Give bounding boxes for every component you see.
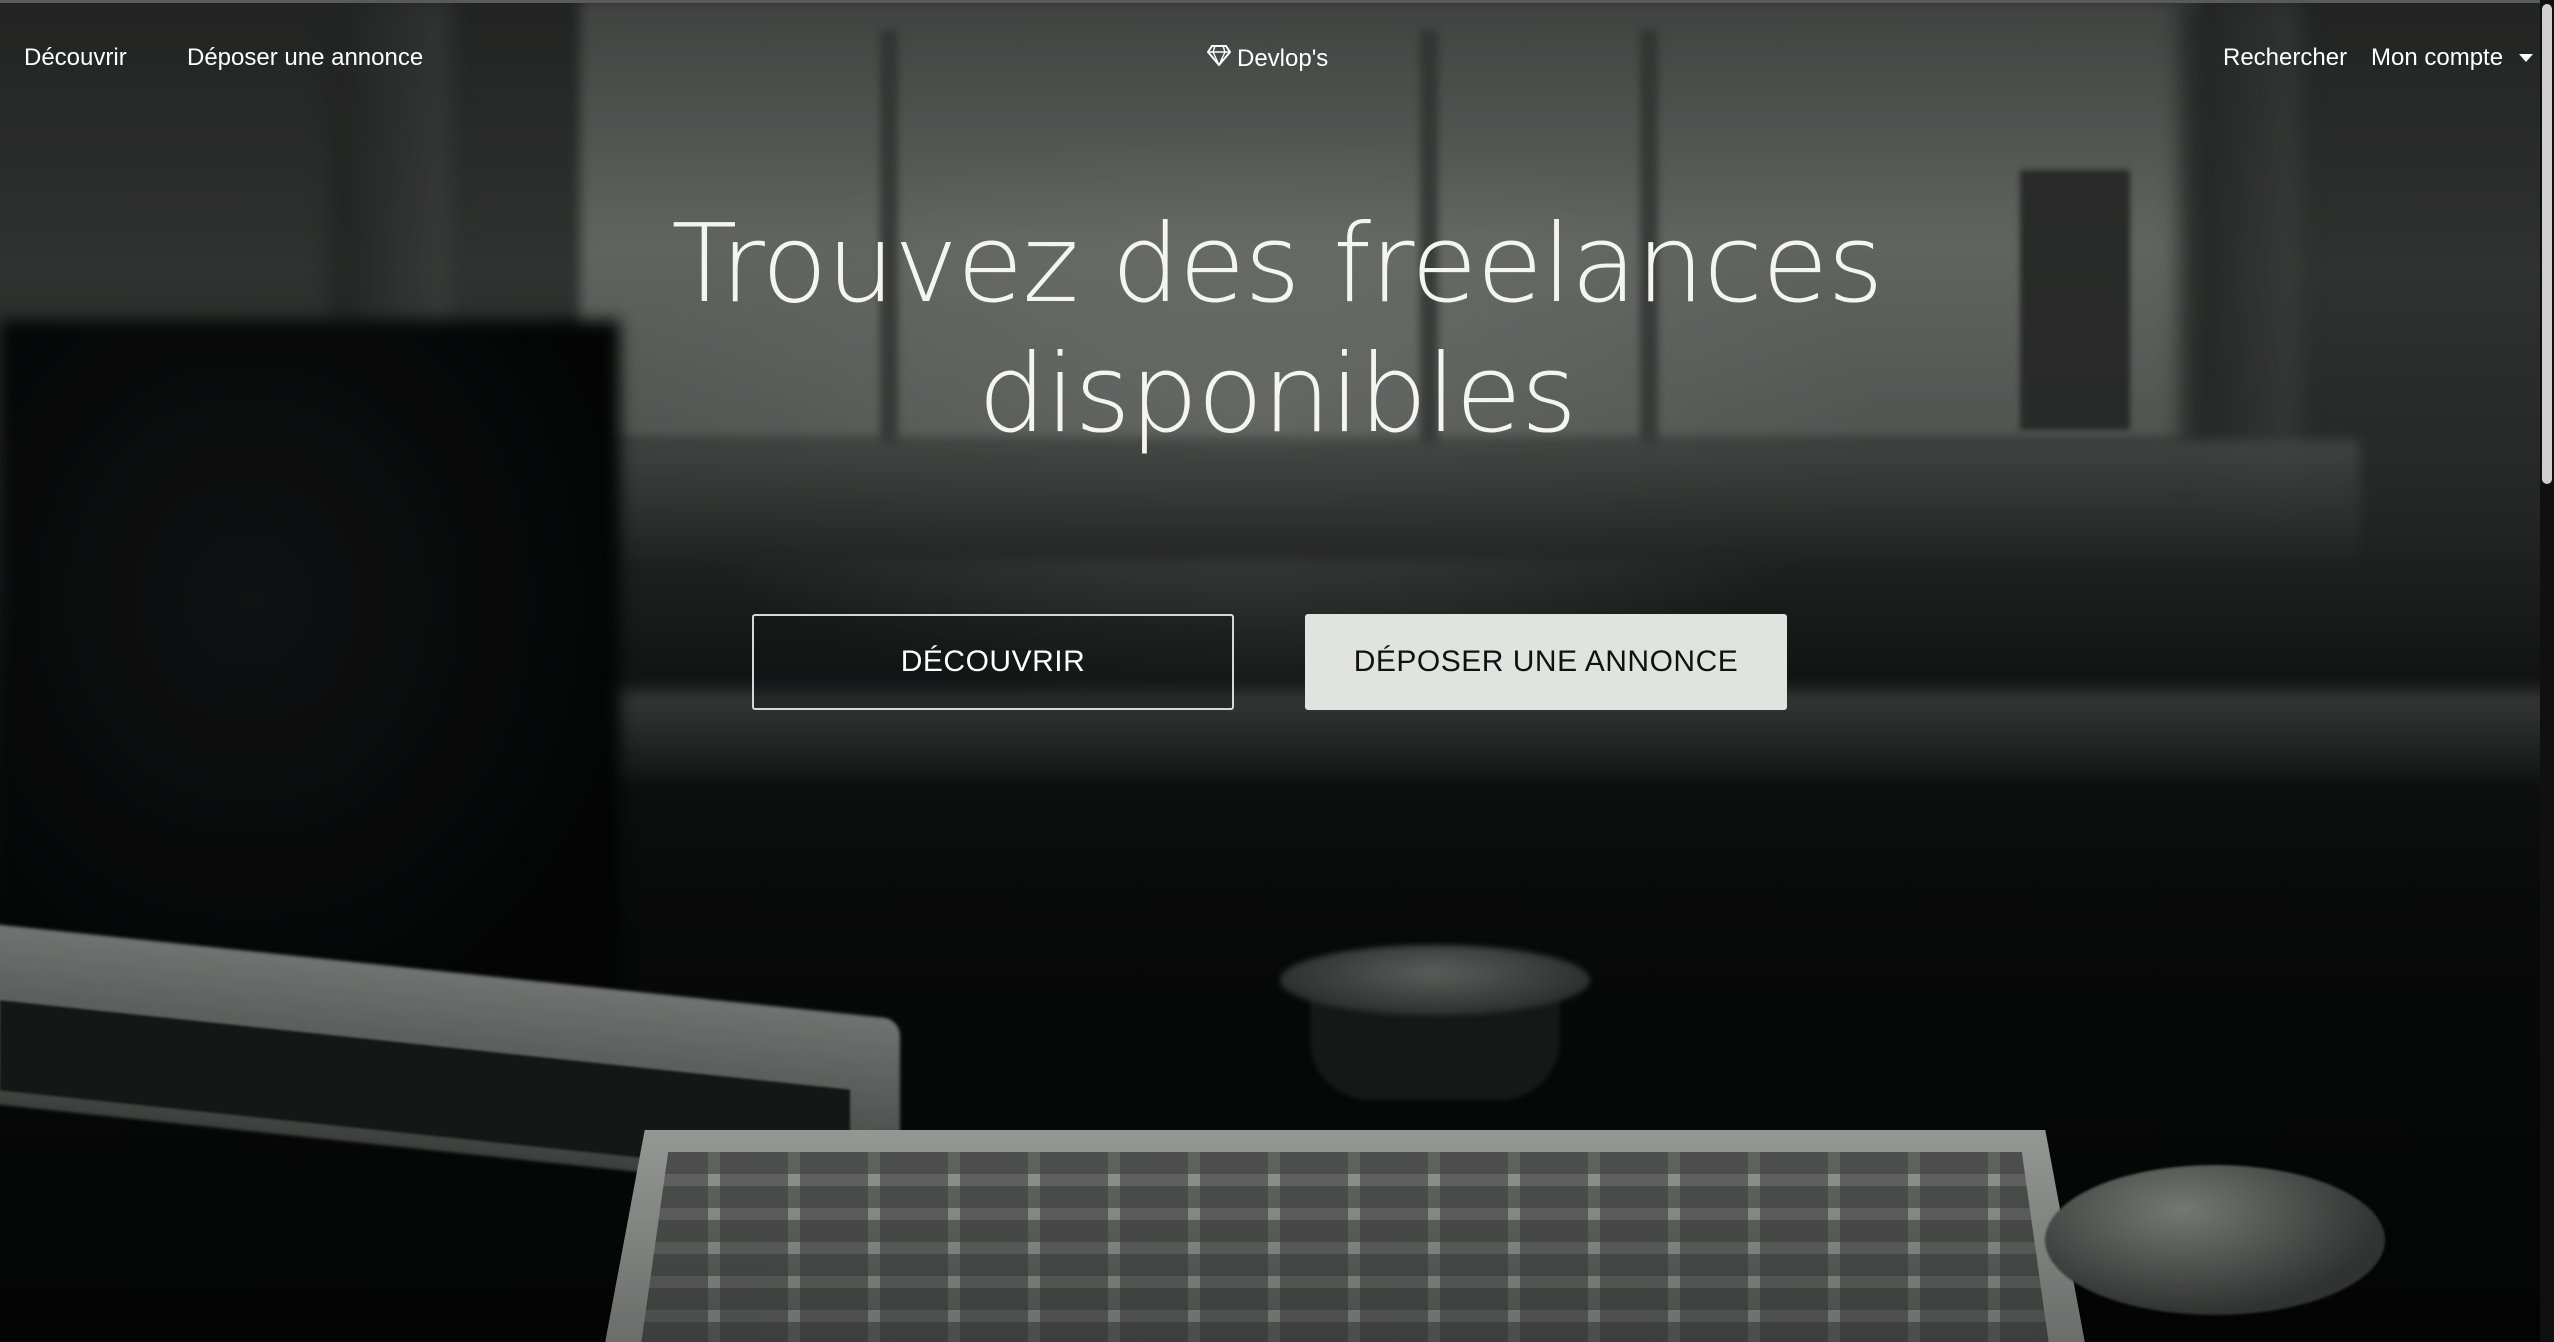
account-dropdown[interactable]: Mon compte: [2371, 44, 2534, 72]
diamond-icon: [1206, 44, 1232, 73]
page-scrollbar[interactable]: [2540, 0, 2554, 1342]
brand-logo[interactable]: Devlop's: [1206, 44, 1329, 73]
nav-link-discover[interactable]: Découvrir: [24, 44, 127, 72]
brand-name: Devlop's: [1237, 44, 1329, 72]
headline-line-1: Trouvez des freelances: [671, 202, 1883, 327]
caret-down-icon: [2519, 54, 2534, 62]
scrollbar-thumb[interactable]: [2542, 4, 2552, 484]
headline-line-2: disponibles: [977, 332, 1577, 457]
post-ad-button[interactable]: DÉPOSER UNE ANNONCE: [1305, 614, 1787, 710]
window-top-border: [0, 0, 2554, 3]
hero-headline: Trouvez des freelances disponibles: [577, 200, 1977, 460]
account-label: Mon compte: [2371, 44, 2504, 71]
top-navbar: Découvrir Déposer une annonce Devlop's R…: [0, 30, 2554, 88]
nav-link-search[interactable]: Rechercher: [2223, 44, 2347, 72]
discover-button[interactable]: DÉCOUVRIR: [752, 614, 1234, 710]
nav-link-post-ad[interactable]: Déposer une annonce: [187, 44, 423, 72]
